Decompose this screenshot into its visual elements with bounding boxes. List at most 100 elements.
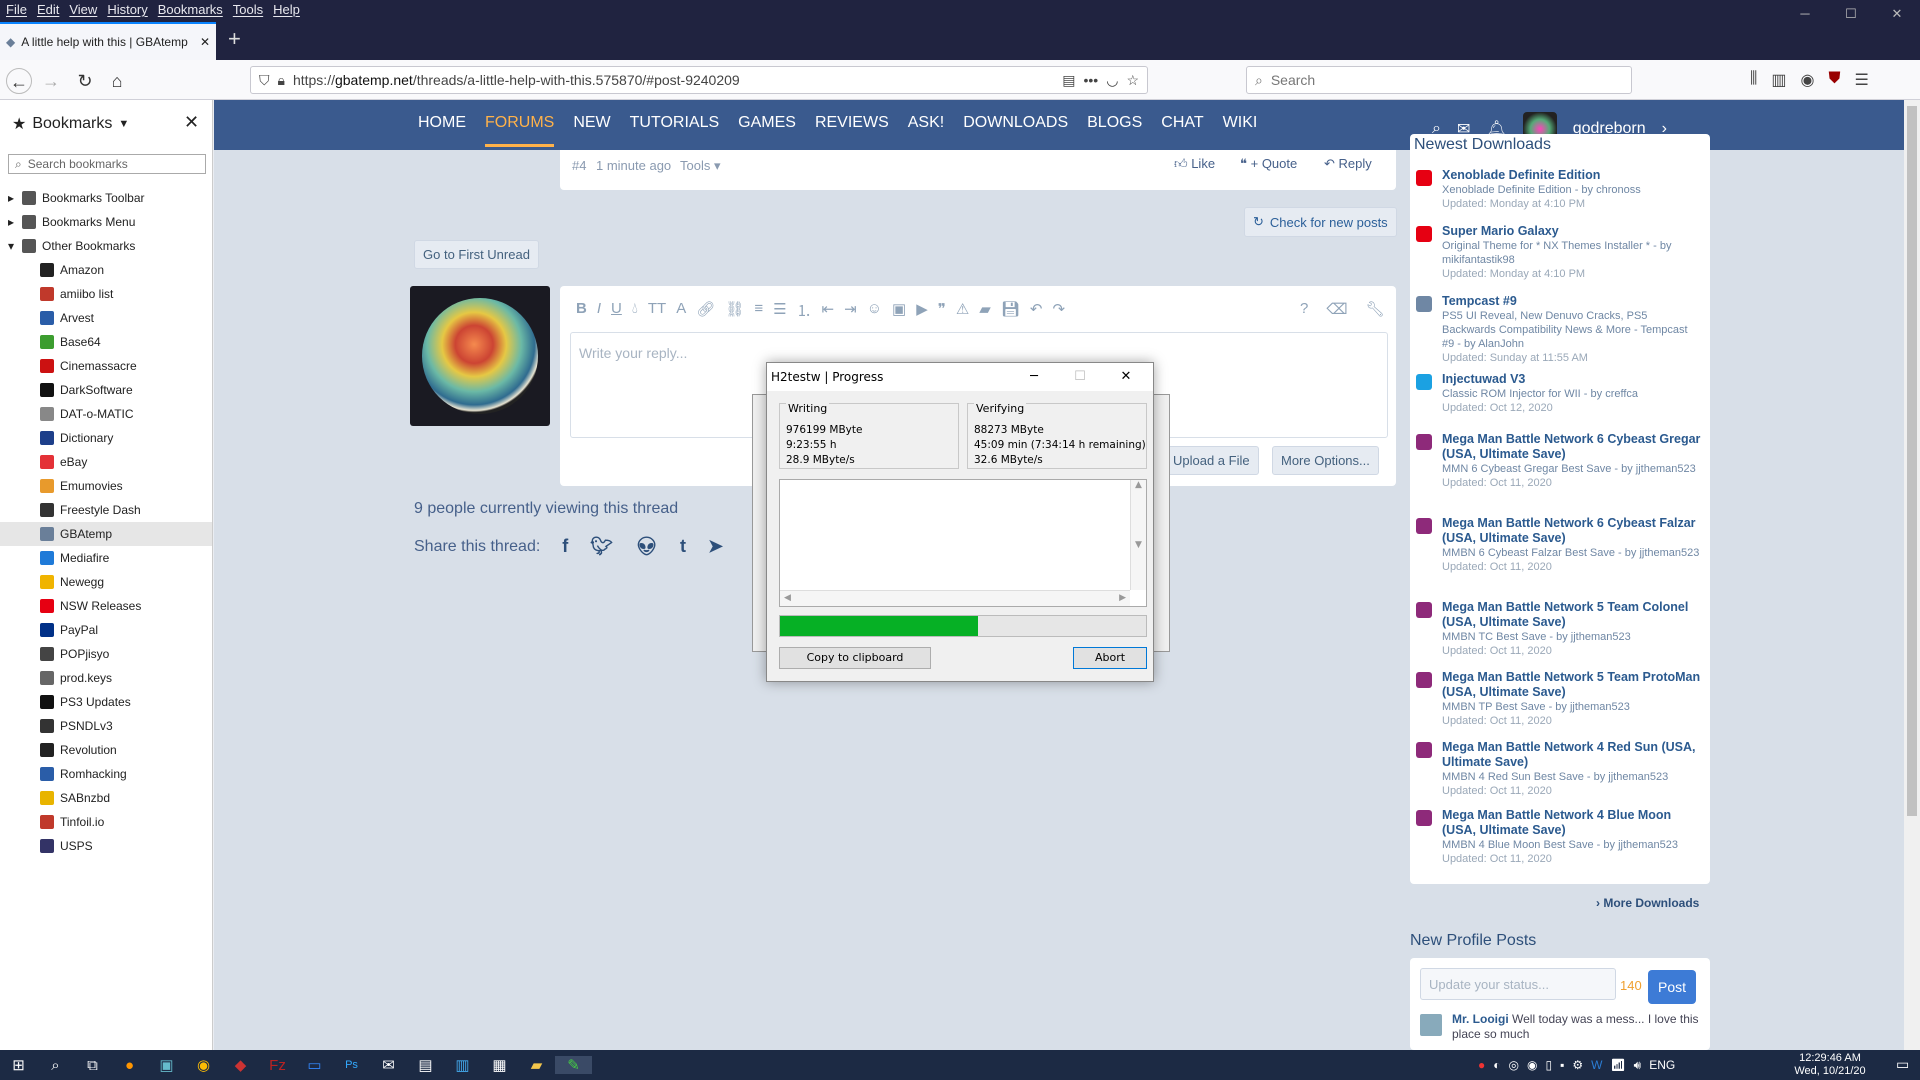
download-title[interactable]: Mega Man Battle Network 5 Team Colonel (… [1442, 600, 1702, 630]
menu-item-file[interactable]: File [6, 2, 27, 17]
download-title[interactable]: Xenoblade Definite Edition [1442, 168, 1702, 183]
folder-icon[interactable]: ▰ [979, 300, 991, 321]
notification-icon[interactable]: ▭ [1896, 1056, 1909, 1073]
more-options-button[interactable]: More Options... [1272, 446, 1379, 475]
star-icon[interactable]: ☆ [1126, 72, 1139, 89]
bookmark-item[interactable]: DarkSoftware [0, 378, 212, 402]
link-icon[interactable]: 🔗︎ [696, 300, 715, 321]
page-scrollbar[interactable] [1904, 100, 1920, 1050]
upload-file-button[interactable]: Upload a File [1164, 446, 1259, 475]
app-icon[interactable]: ▣ [148, 1056, 185, 1074]
download-title[interactable]: Mega Man Battle Network 5 Team ProtoMan … [1442, 670, 1702, 700]
download-title[interactable]: Mega Man Battle Network 4 Red Sun (USA, … [1442, 740, 1702, 770]
home-icon[interactable]: ⌂ [104, 68, 130, 94]
font-icon[interactable]: A [676, 300, 686, 321]
bookmark-item[interactable]: prod.keys [0, 666, 212, 690]
like-button[interactable]: 👍︎ Like [1174, 156, 1215, 172]
unlink-icon[interactable]: ⛓ [725, 300, 744, 321]
chevron-right-icon[interactable]: ▸ [8, 215, 22, 229]
bookmark-item[interactable]: Base64 [0, 330, 212, 354]
sidebar-close-icon[interactable]: ✕ [184, 112, 199, 133]
site-nav-forums[interactable]: FORUMS [485, 114, 555, 147]
pocket-icon[interactable]: ◡ [1106, 72, 1118, 89]
bookmark-item[interactable]: eBay [0, 450, 212, 474]
site-nav-chat[interactable]: CHAT [1161, 114, 1203, 147]
bookmark-item[interactable]: POPjisyo [0, 642, 212, 666]
app-icon[interactable]: ▭ [296, 1056, 333, 1074]
sidebar-icon[interactable]: ▥ [1771, 70, 1786, 90]
sidebar-header[interactable]: ★ Bookmarks ▼ [12, 114, 129, 134]
chevron-down-icon[interactable]: ▾ [8, 239, 22, 253]
menu-item-tools[interactable]: Tools [233, 2, 263, 17]
media-icon[interactable]: ▶ [916, 300, 928, 321]
account-icon[interactable]: ◉ [1801, 70, 1815, 90]
tools-menu[interactable]: Tools ▾ [680, 158, 721, 174]
spoiler-icon[interactable]: ⚠ [956, 300, 969, 321]
bookmark-item[interactable]: DAT-o-MATIC [0, 402, 212, 426]
page-actions-icon[interactable]: ••• [1084, 72, 1099, 88]
log-hscrollbar[interactable]: ◀ ▶ [780, 590, 1130, 606]
menu-item-edit[interactable]: Edit [37, 2, 59, 17]
smilie-icon[interactable]: ☺ [867, 300, 882, 321]
scrollbar-thumb[interactable] [1907, 106, 1917, 816]
download-title[interactable]: Injectuwad V3 [1442, 372, 1702, 387]
download-title[interactable]: Super Mario Galaxy [1442, 224, 1702, 239]
tray-icon[interactable]: ⚙ [1572, 1058, 1583, 1072]
network-icon[interactable]: 📶︎ [1610, 1058, 1625, 1072]
outdent-icon[interactable]: ⇤ [822, 300, 835, 321]
log-output[interactable]: ▲ ▼ ◀ ▶ [779, 479, 1147, 607]
volume-icon[interactable]: 🔊︎ [1634, 1058, 1642, 1073]
word-icon[interactable]: W [1591, 1058, 1602, 1072]
bookmark-item[interactable]: PayPal [0, 618, 212, 642]
clock[interactable]: 12:29:46 AM Wed, 10/21/20 [1780, 1052, 1880, 1078]
bookmark-item[interactable]: Arvest [0, 306, 212, 330]
minimize-icon[interactable]: ─ [1011, 363, 1057, 391]
bookmark-item[interactable]: Tinfoil.io [0, 810, 212, 834]
start-icon[interactable]: ⊞ [0, 1056, 37, 1074]
reader-icon[interactable]: ▤ [1062, 72, 1075, 89]
save-icon[interactable]: 💾︎ [1001, 300, 1020, 321]
steam-icon[interactable]: ◉ [1527, 1058, 1537, 1072]
bookmark-item[interactable]: Mediafire [0, 546, 212, 570]
menu-item-view[interactable]: View [69, 2, 97, 17]
bookmark-item[interactable]: PSNDLv3 [0, 714, 212, 738]
italic-icon[interactable]: I [597, 300, 601, 321]
tray-icon[interactable]: ◐ [1493, 1058, 1500, 1072]
status-input[interactable]: Update your status... [1420, 968, 1616, 1000]
copy-to-clipboard-button[interactable]: Copy to clipboard [779, 647, 931, 669]
tumblr-icon[interactable]: t [680, 536, 686, 557]
indent-icon[interactable]: ⇥ [844, 300, 857, 321]
bookmark-folder[interactable]: ▸ Bookmarks Menu [0, 210, 212, 234]
calculator-icon[interactable]: ▦ [481, 1056, 518, 1074]
first-unread-button[interactable]: Go to First Unread [414, 240, 539, 269]
bookmark-item[interactable]: Romhacking [0, 762, 212, 786]
reload-icon[interactable]: ↻ [72, 68, 98, 94]
bookmark-item[interactable]: Amazon [0, 258, 212, 282]
twitter-icon[interactable]: 🐦︎ [590, 536, 613, 557]
bookmark-item[interactable]: Dictionary [0, 426, 212, 450]
download-title[interactable]: Mega Man Battle Network 6 Cybeast Falzar… [1442, 516, 1702, 546]
bookmark-item[interactable]: Newegg [0, 570, 212, 594]
download-title[interactable]: Tempcast #9 [1442, 294, 1702, 309]
bookmark-folder[interactable]: ▾ Other Bookmarks [0, 234, 212, 258]
menu-item-history[interactable]: History [107, 2, 147, 17]
task-view-icon[interactable]: ⧉ [74, 1057, 111, 1074]
abort-button[interactable]: Abort [1073, 647, 1147, 669]
maximize-icon[interactable]: ☐ [1057, 363, 1103, 391]
post-time[interactable]: 1 minute ago [596, 158, 671, 173]
telegram-icon[interactable]: ➤ [708, 536, 723, 557]
bookmark-search-input[interactable]: ⌕ Search bookmarks [8, 154, 206, 174]
quote-button[interactable]: ❝ + Quote [1240, 156, 1297, 172]
chrome-icon[interactable]: ◉ [185, 1056, 222, 1074]
post-status-button[interactable]: Post [1648, 970, 1696, 1004]
app-icon[interactable]: ✉ [370, 1056, 407, 1074]
tray-icon[interactable]: ▯ [1545, 1058, 1552, 1072]
bookmark-item[interactable]: Cinemassacre [0, 354, 212, 378]
search-icon[interactable]: ⌕ [37, 1057, 74, 1074]
site-nav-reviews[interactable]: REVIEWS [815, 114, 889, 147]
bullet-list-icon[interactable]: ☰ [773, 300, 786, 321]
wrench-icon[interactable]: 🔧︎ [1366, 300, 1385, 318]
back-icon[interactable]: ← [6, 68, 32, 94]
tray-icon[interactable]: ▪ [1560, 1058, 1564, 1072]
profile-post-author[interactable]: Mr. Looigi [1452, 1012, 1509, 1026]
